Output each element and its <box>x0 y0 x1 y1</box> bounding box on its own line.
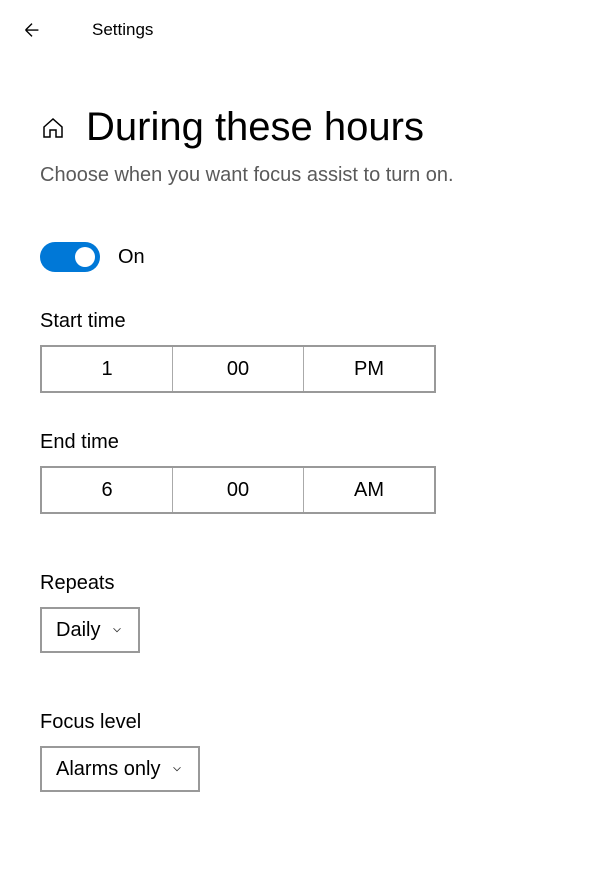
back-button[interactable] <box>20 18 44 42</box>
toggle-knob <box>75 247 95 267</box>
toggle-state-label: On <box>118 246 145 269</box>
focus-level-value: Alarms only <box>56 758 160 781</box>
repeats-value: Daily <box>56 619 100 642</box>
chevron-down-icon <box>170 762 184 776</box>
page-title: During these hours <box>86 105 424 150</box>
start-minute-cell[interactable]: 00 <box>173 347 304 391</box>
start-time-label: Start time <box>40 310 560 333</box>
page-description: Choose when you want focus assist to tur… <box>40 164 560 187</box>
end-time-picker[interactable]: 6 00 AM <box>40 466 436 514</box>
home-icon[interactable] <box>40 115 66 141</box>
end-time-label: End time <box>40 431 560 454</box>
end-minute-cell[interactable]: 00 <box>173 468 304 512</box>
toggle-row: On <box>40 242 560 272</box>
end-period-cell[interactable]: AM <box>304 468 434 512</box>
start-period-cell[interactable]: PM <box>304 347 434 391</box>
header-title: Settings <box>92 20 153 40</box>
focus-level-dropdown[interactable]: Alarms only <box>40 746 200 792</box>
repeats-label: Repeats <box>40 572 560 595</box>
start-hour-cell[interactable]: 1 <box>42 347 173 391</box>
header: Settings <box>0 0 600 60</box>
repeats-dropdown[interactable]: Daily <box>40 607 140 653</box>
title-row: During these hours <box>40 105 560 150</box>
start-time-picker[interactable]: 1 00 PM <box>40 345 436 393</box>
chevron-down-icon <box>110 623 124 637</box>
end-hour-cell[interactable]: 6 <box>42 468 173 512</box>
focus-level-label: Focus level <box>40 711 560 734</box>
focus-assist-toggle[interactable] <box>40 242 100 272</box>
